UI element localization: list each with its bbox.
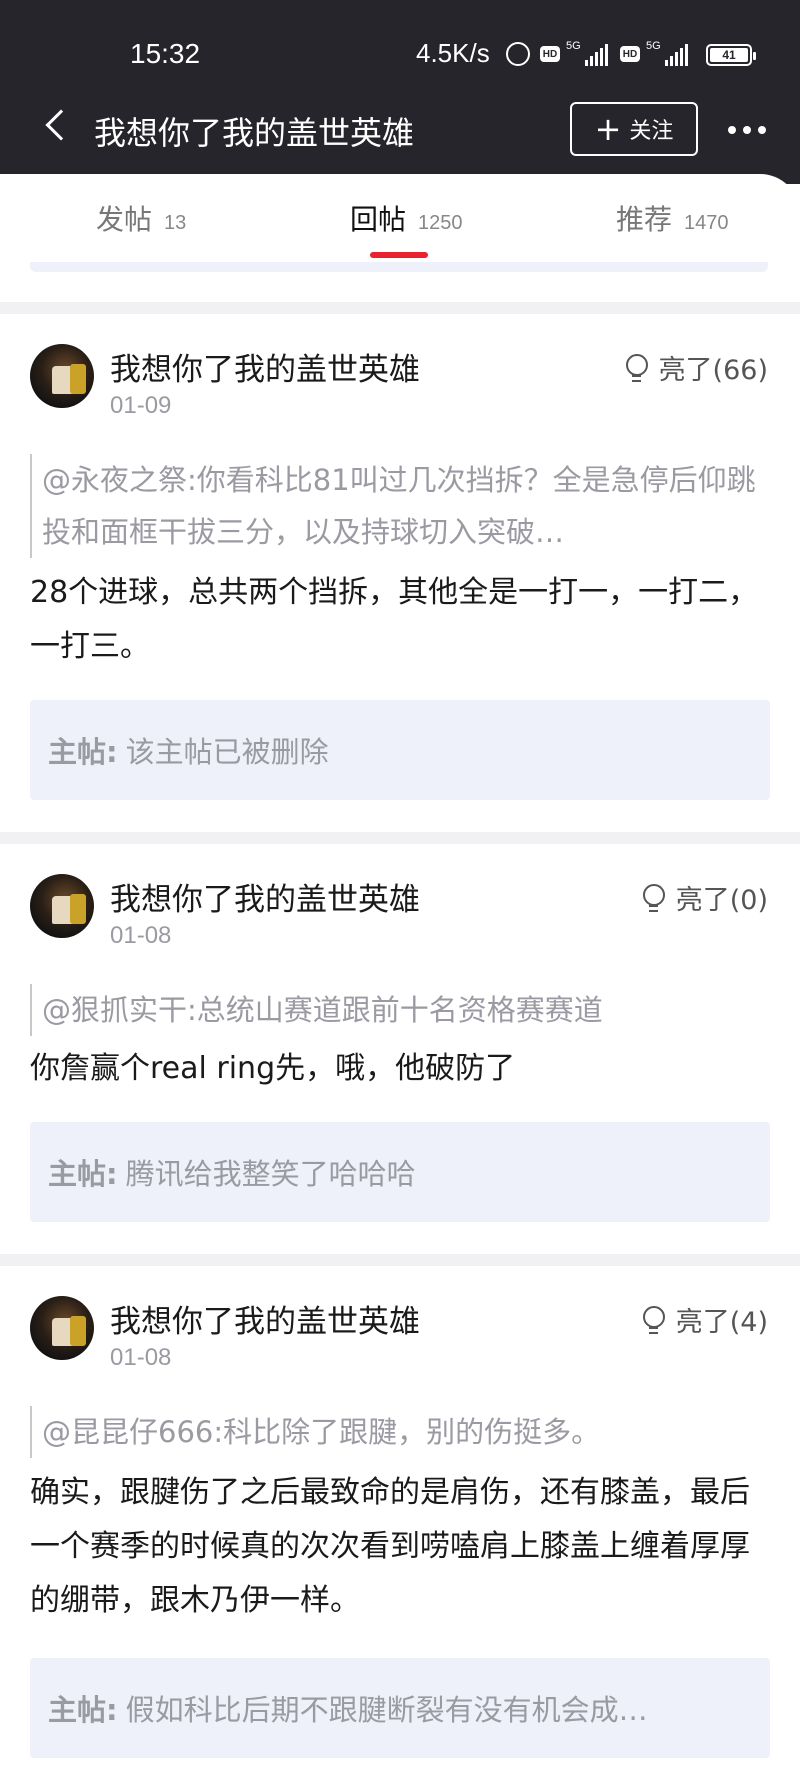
avatar[interactable] [30,874,94,938]
avatar[interactable] [30,1296,94,1360]
signal-icon: 5G [646,40,688,66]
main-post-label: 主帖: [48,1157,118,1191]
network-speed: 4.5K/s [416,38,490,68]
more-dots-icon[interactable] [728,126,766,134]
signal-icon: 5G [566,40,608,66]
battery-level: 41 [710,48,748,62]
post-date: 01-08 [110,922,172,949]
main-post-box[interactable]: 主帖: 假如科比后期不跟腱断裂有没有机会成… [30,1658,770,1758]
post-date: 01-08 [110,1344,172,1371]
username[interactable]: 我想你了我的盖世英雄 [110,344,420,389]
status-bar: 15:32 4.5K/s HD 5G HD 5G 41 [0,0,800,90]
main-post-label: 主帖: [48,735,118,769]
lightbulb-icon [642,1305,666,1334]
tab-indicator [370,252,428,258]
light-button[interactable]: 亮了(66) [625,348,768,387]
light-button[interactable]: 亮了(4) [642,1300,768,1339]
tab-replies[interactable]: 回帖 1250 [350,198,463,238]
reply-card[interactable]: 我想你了我的盖世英雄 01-09 亮了(66) @永夜之祭:你看科比81叫过几次… [0,314,800,826]
reply-card[interactable]: 我想你了我的盖世英雄 01-08 亮了(0) @狠抓实干:总统山赛道跟前十名资格… [0,844,800,1254]
status-time: 15:32 [130,38,201,69]
quoted-reply[interactable]: @永夜之祭:你看科比81叫过几次挡拆？全是急停后仰跳投和面框干拔三分，以及持球切… [30,454,770,558]
lightbulb-icon [625,353,649,382]
page-title: 我想你了我的盖世英雄 [94,114,415,152]
divider [0,832,800,844]
post-date: 01-09 [110,392,172,419]
chevron-left-icon[interactable] [45,109,77,141]
main-post-box[interactable]: 主帖: 腾讯给我整笑了哈哈哈 [30,1122,770,1222]
previous-card-edge [30,262,768,272]
alarm-icon [506,42,530,66]
follow-label: 关注 [629,119,674,144]
username[interactable]: 我想你了我的盖世英雄 [110,1296,420,1341]
divider [0,302,800,314]
main-post-text: 该主帖已被删除 [125,735,329,769]
reply-content: 确实，跟腱伤了之后最致命的是肩伤，还有膝盖，最后一个赛季的时候真的次次看到唠嗑肩… [30,1475,750,1618]
tab-bar: 发帖 13 回帖 1250 推荐 1470 [0,174,800,266]
light-count: 亮了(0) [675,885,768,916]
quoted-reply[interactable]: @昆昆仔666:科比除了跟腱，别的伤挺多。 [30,1406,770,1458]
avatar[interactable] [30,344,94,408]
reply-content: 你詹赢个real ring先，哦，他破防了 [30,1051,516,1086]
follow-button[interactable]: + 关注 [570,102,698,156]
main-post-box[interactable]: 主帖: 该主帖已被删除 [30,700,770,800]
reply-card[interactable]: 我想你了我的盖世英雄 01-08 亮了(4) @昆昆仔666:科比除了跟腱，别的… [0,1266,800,1778]
app-header: 我想你了我的盖世英雄 + 关注 [0,90,800,174]
light-button[interactable]: 亮了(0) [642,878,768,917]
hd-icon: HD [540,46,560,62]
tab-posts[interactable]: 发帖 13 [96,198,186,238]
quoted-reply[interactable]: @狠抓实干:总统山赛道跟前十名资格赛赛道 [30,984,770,1036]
main-post-label: 主帖: [48,1693,118,1727]
divider [0,1254,800,1266]
hd-icon: HD [620,46,640,62]
battery-icon: 41 [706,44,756,66]
username[interactable]: 我想你了我的盖世英雄 [110,874,420,919]
tab-recommended[interactable]: 推荐 1470 [616,198,729,238]
light-count: 亮了(66) [658,355,768,386]
main-post-text: 腾讯给我整笑了哈哈哈 [125,1157,416,1191]
main-post-text: 假如科比后期不跟腱断裂有没有机会成… [125,1693,648,1727]
reply-content: 28个进球，总共两个挡拆，其他全是一打一，一打二，一打三。 [30,575,759,664]
light-count: 亮了(4) [675,1307,768,1338]
lightbulb-icon [642,883,666,912]
plus-icon: + [594,110,622,148]
